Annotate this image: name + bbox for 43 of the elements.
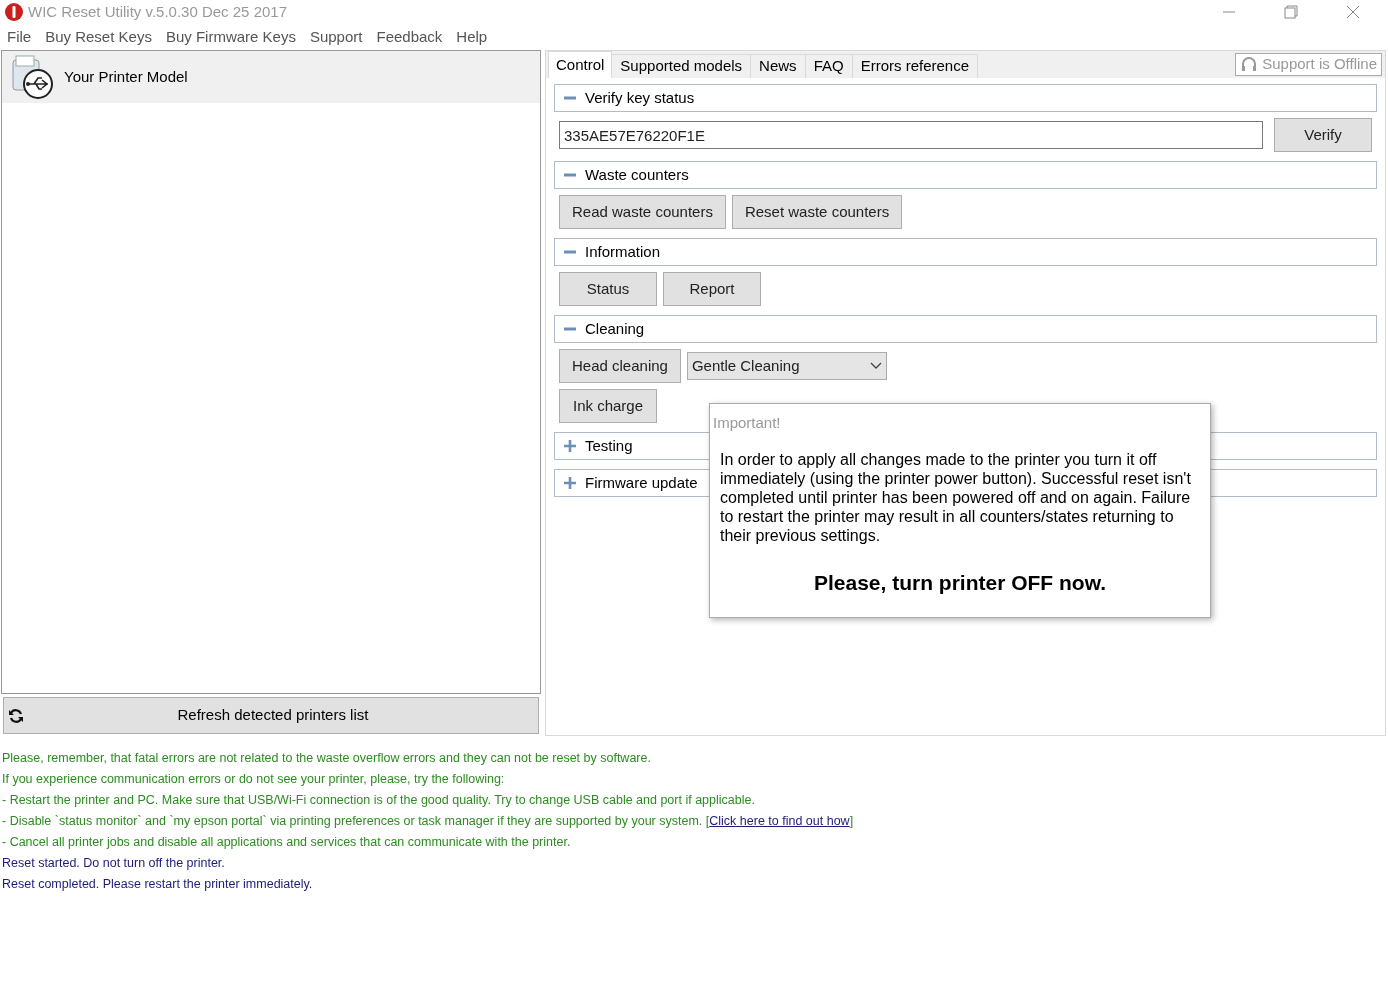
log-line: - Cancel all printer jobs and disable all applications and services that can communicate with the printer. — [2, 834, 572, 851]
headset-icon — [1240, 55, 1259, 74]
cleaning-select[interactable]: Gentle Cleaning — [686, 352, 887, 380]
refresh-button[interactable]: Refresh detected printers list — [3, 697, 539, 734]
action-button[interactable]: Reset waste counters — [731, 195, 903, 229]
dialog-title: Important! — [713, 413, 782, 433]
log-line: Please, remember, that fatal errors are not related to the waste overflow errors and they can not be reset by software. — [2, 750, 652, 767]
menu-item[interactable]: Buy Firmware Keys — [165, 25, 296, 49]
help-link[interactable]: Click here to find out how — [709, 814, 850, 828]
tab[interactable]: FAQ — [805, 54, 853, 78]
menu-item[interactable]: File — [7, 25, 32, 49]
menu-item[interactable]: Buy Reset Keys — [45, 25, 152, 49]
key-field[interactable]: 335AE57E76220F1E — [559, 121, 1263, 149]
menu-item[interactable]: Feedback — [376, 25, 443, 49]
action-button[interactable]: Head cleaning — [559, 349, 681, 383]
log-line: Reset completed. Please restart the printer immediately. — [2, 876, 314, 893]
action-button[interactable]: Verify — [1274, 118, 1372, 152]
section-header[interactable]: Cleaning — [554, 315, 1377, 343]
menu-item[interactable]: Support — [309, 25, 363, 49]
chevron-icon — [869, 362, 882, 370]
log-line: If you experience communication errors or do not see your printer, please, try the following: — [2, 771, 506, 788]
tab[interactable]: News — [751, 54, 806, 78]
tab[interactable]: Control — [548, 51, 613, 78]
close-icon[interactable] — [1346, 5, 1360, 19]
action-button[interactable]: Read waste counters — [559, 195, 726, 229]
dialog-emphasis: Please, turn printer OFF now. — [812, 569, 1108, 596]
tab[interactable]: Supported models — [612, 54, 752, 78]
refresh-icon — [8, 707, 24, 724]
log-line: - Disable `status monitor` and `my epson portal` via printing preferences or task manager if they are supported by your system. [Click here to find out how] — [2, 813, 855, 830]
log-line: - Restart the printer and PC. Make sure that USB/Wi-Fi connection is of the good quality. Try to change USB cable and port if applicable. — [2, 792, 756, 809]
window-title: WIC Reset Utility v.5.0.30 Dec 25 2017 — [28, 1, 287, 22]
section-header[interactable]: Verify key status — [554, 84, 1377, 112]
menu-item[interactable]: Help — [456, 25, 488, 49]
action-button[interactable]: Report — [663, 272, 761, 306]
action-button[interactable]: Ink charge — [559, 389, 657, 423]
action-button[interactable]: Status — [559, 272, 657, 306]
section-header[interactable]: Information — [554, 238, 1377, 266]
log-line: Reset started. Do not turn off the printer. — [2, 855, 226, 872]
section-header[interactable]: Waste counters — [554, 161, 1377, 189]
printer-item[interactable]: Your Printer Model — [2, 51, 540, 103]
restore-icon[interactable] — [1284, 5, 1298, 19]
tab[interactable]: Errors reference — [852, 54, 978, 78]
usb-printer-icon — [10, 54, 56, 100]
